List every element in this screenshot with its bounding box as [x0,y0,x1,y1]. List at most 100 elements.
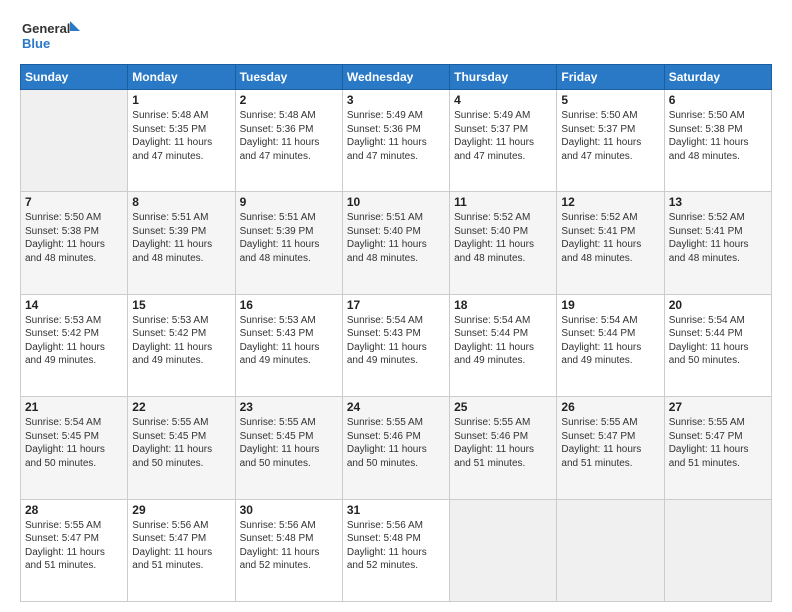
calendar-cell: 16 Sunrise: 5:53 AM Sunset: 5:43 PM Dayli… [235,294,342,396]
weekday-thursday: Thursday [450,65,557,90]
day-info: Sunrise: 5:54 AM Sunset: 5:43 PM Dayligh… [347,314,445,368]
svg-text:Blue: Blue [22,36,50,51]
day-number: 7 [25,195,123,209]
page: General Blue SundayMondayTuesdayWednesda… [0,0,792,612]
day-number: 3 [347,93,445,107]
day-info: Sunrise: 5:55 AM Sunset: 5:45 PM Dayligh… [240,416,338,470]
calendar-cell: 30 Sunrise: 5:56 AM Sunset: 5:48 PM Dayli… [235,499,342,601]
weekday-tuesday: Tuesday [235,65,342,90]
calendar-cell: 19 Sunrise: 5:54 AM Sunset: 5:44 PM Dayli… [557,294,664,396]
day-number: 6 [669,93,767,107]
day-info: Sunrise: 5:54 AM Sunset: 5:44 PM Dayligh… [669,314,767,368]
day-info: Sunrise: 5:48 AM Sunset: 5:36 PM Dayligh… [240,109,338,163]
calendar-cell: 7Sunrise: 5:50 AM Sunset: 5:38 PM Daylig… [21,192,128,294]
calendar-cell: 3 Sunrise: 5:49 AM Sunset: 5:36 PM Daylig… [342,90,449,192]
header: General Blue [20,18,772,54]
day-number: 21 [25,400,123,414]
day-number: 8 [132,195,230,209]
day-number: 24 [347,400,445,414]
day-info: Sunrise: 5:51 AM Sunset: 5:39 PM Dayligh… [240,211,338,265]
day-info: Sunrise: 5:51 AM Sunset: 5:40 PM Dayligh… [347,211,445,265]
calendar-cell: 11Sunrise: 5:52 AM Sunset: 5:40 PM Dayli… [450,192,557,294]
day-info: Sunrise: 5:52 AM Sunset: 5:41 PM Dayligh… [669,211,767,265]
calendar-cell: 2 Sunrise: 5:48 AM Sunset: 5:36 PM Daylig… [235,90,342,192]
week-row-2: 7Sunrise: 5:50 AM Sunset: 5:38 PM Daylig… [21,192,772,294]
day-number: 17 [347,298,445,312]
day-number: 14 [25,298,123,312]
week-row-4: 21 Sunrise: 5:54 AM Sunset: 5:45 PM Dayli… [21,397,772,499]
calendar-cell: 6 Sunrise: 5:50 AM Sunset: 5:38 PM Daylig… [664,90,771,192]
calendar-cell: 9 Sunrise: 5:51 AM Sunset: 5:39 PM Daylig… [235,192,342,294]
calendar-cell: 18 Sunrise: 5:54 AM Sunset: 5:44 PM Dayli… [450,294,557,396]
day-info: Sunrise: 5:55 AM Sunset: 5:45 PM Dayligh… [132,416,230,470]
day-number: 2 [240,93,338,107]
day-number: 1 [132,93,230,107]
day-number: 19 [561,298,659,312]
calendar-cell: 26 Sunrise: 5:55 AM Sunset: 5:47 PM Dayli… [557,397,664,499]
day-info: Sunrise: 5:55 AM Sunset: 5:46 PM Dayligh… [454,416,552,470]
day-number: 4 [454,93,552,107]
week-row-1: 1 Sunrise: 5:48 AM Sunset: 5:35 PM Daylig… [21,90,772,192]
day-info: Sunrise: 5:55 AM Sunset: 5:47 PM Dayligh… [669,416,767,470]
calendar-cell: 14 Sunrise: 5:53 AM Sunset: 5:42 PM Dayli… [21,294,128,396]
day-info: Sunrise: 5:49 AM Sunset: 5:37 PM Dayligh… [454,109,552,163]
day-number: 27 [669,400,767,414]
day-number: 20 [669,298,767,312]
logo-svg: General Blue [20,18,80,54]
day-info: Sunrise: 5:51 AM Sunset: 5:39 PM Dayligh… [132,211,230,265]
day-number: 28 [25,503,123,517]
calendar-cell: 25 Sunrise: 5:55 AM Sunset: 5:46 PM Dayli… [450,397,557,499]
calendar-cell: 4 Sunrise: 5:49 AM Sunset: 5:37 PM Daylig… [450,90,557,192]
calendar-cell: 23 Sunrise: 5:55 AM Sunset: 5:45 PM Dayli… [235,397,342,499]
svg-text:General: General [22,21,70,36]
calendar-cell: 28Sunrise: 5:55 AM Sunset: 5:47 PM Dayli… [21,499,128,601]
day-number: 15 [132,298,230,312]
day-info: Sunrise: 5:53 AM Sunset: 5:42 PM Dayligh… [25,314,123,368]
calendar-cell: 10Sunrise: 5:51 AM Sunset: 5:40 PM Dayli… [342,192,449,294]
calendar-cell: 8 Sunrise: 5:51 AM Sunset: 5:39 PM Daylig… [128,192,235,294]
day-number: 26 [561,400,659,414]
day-info: Sunrise: 5:54 AM Sunset: 5:44 PM Dayligh… [561,314,659,368]
day-info: Sunrise: 5:53 AM Sunset: 5:43 PM Dayligh… [240,314,338,368]
day-number: 18 [454,298,552,312]
day-number: 25 [454,400,552,414]
calendar-cell: 27 Sunrise: 5:55 AM Sunset: 5:47 PM Dayli… [664,397,771,499]
day-number: 12 [561,195,659,209]
logo: General Blue [20,18,80,54]
day-info: Sunrise: 5:54 AM Sunset: 5:44 PM Dayligh… [454,314,552,368]
day-number: 9 [240,195,338,209]
day-info: Sunrise: 5:55 AM Sunset: 5:47 PM Dayligh… [561,416,659,470]
day-number: 11 [454,195,552,209]
day-number: 5 [561,93,659,107]
day-info: Sunrise: 5:52 AM Sunset: 5:41 PM Dayligh… [561,211,659,265]
day-number: 30 [240,503,338,517]
day-number: 31 [347,503,445,517]
calendar-cell [21,90,128,192]
calendar-cell: 1 Sunrise: 5:48 AM Sunset: 5:35 PM Daylig… [128,90,235,192]
week-row-3: 14 Sunrise: 5:53 AM Sunset: 5:42 PM Dayli… [21,294,772,396]
day-info: Sunrise: 5:53 AM Sunset: 5:42 PM Dayligh… [132,314,230,368]
week-row-5: 28Sunrise: 5:55 AM Sunset: 5:47 PM Dayli… [21,499,772,601]
day-info: Sunrise: 5:55 AM Sunset: 5:46 PM Dayligh… [347,416,445,470]
calendar-cell: 15 Sunrise: 5:53 AM Sunset: 5:42 PM Dayli… [128,294,235,396]
day-info: Sunrise: 5:56 AM Sunset: 5:48 PM Dayligh… [347,519,445,573]
calendar-cell: 17 Sunrise: 5:54 AM Sunset: 5:43 PM Dayli… [342,294,449,396]
day-info: Sunrise: 5:50 AM Sunset: 5:38 PM Dayligh… [669,109,767,163]
day-number: 22 [132,400,230,414]
weekday-sunday: Sunday [21,65,128,90]
calendar-cell: 29Sunrise: 5:56 AM Sunset: 5:47 PM Dayli… [128,499,235,601]
day-info: Sunrise: 5:48 AM Sunset: 5:35 PM Dayligh… [132,109,230,163]
weekday-friday: Friday [557,65,664,90]
calendar-cell: 31 Sunrise: 5:56 AM Sunset: 5:48 PM Dayli… [342,499,449,601]
day-info: Sunrise: 5:54 AM Sunset: 5:45 PM Dayligh… [25,416,123,470]
day-info: Sunrise: 5:56 AM Sunset: 5:48 PM Dayligh… [240,519,338,573]
day-number: 23 [240,400,338,414]
weekday-monday: Monday [128,65,235,90]
day-number: 13 [669,195,767,209]
day-number: 16 [240,298,338,312]
calendar-table: SundayMondayTuesdayWednesdayThursdayFrid… [20,64,772,602]
calendar-cell: 22 Sunrise: 5:55 AM Sunset: 5:45 PM Dayli… [128,397,235,499]
day-number: 29 [132,503,230,517]
calendar-cell [664,499,771,601]
day-info: Sunrise: 5:49 AM Sunset: 5:36 PM Dayligh… [347,109,445,163]
